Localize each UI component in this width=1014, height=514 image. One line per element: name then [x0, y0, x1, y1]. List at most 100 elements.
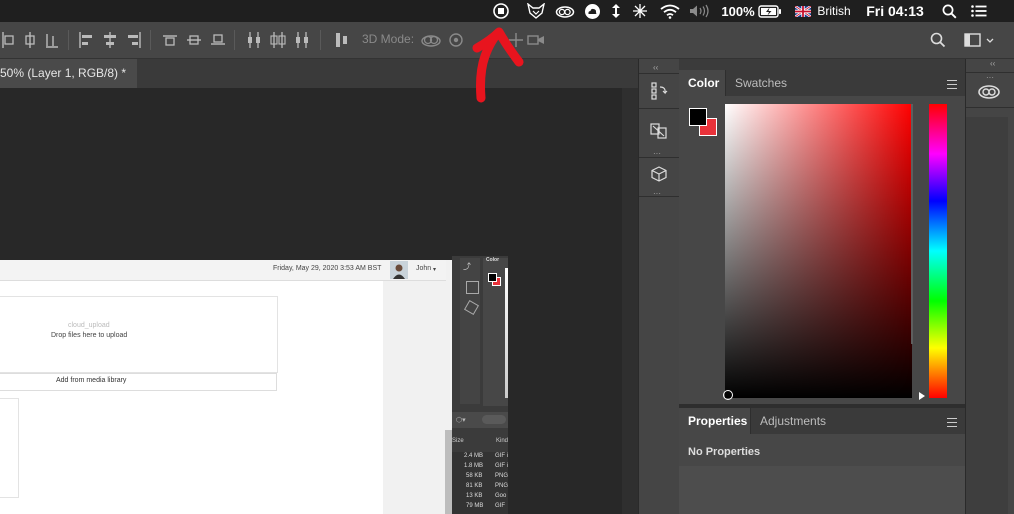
inner-user-caret-icon: ▾	[433, 267, 437, 273]
collapsed-panel-strip: ‹‹ ··· ···	[638, 59, 679, 514]
battery-percentage[interactable]: 100%	[720, 0, 756, 22]
inner-dropzone	[0, 296, 278, 373]
inner-ps-hue-slider	[505, 268, 508, 398]
foreground-color-swatch[interactable]	[689, 108, 707, 126]
3d-mode-label: 3D Mode:	[362, 32, 415, 46]
creative-cloud-libraries-icon[interactable]	[977, 82, 1001, 105]
distribute-spacing-right-icon[interactable]	[294, 31, 310, 49]
properties-body	[679, 466, 965, 514]
distribute-left-icon[interactable]	[0, 31, 16, 49]
auto-align-icon[interactable]	[334, 31, 350, 49]
battery-charging-icon[interactable]	[757, 0, 783, 22]
cloud-sync-icon[interactable]	[582, 0, 602, 22]
align-hcenters-icon[interactable]	[102, 31, 118, 49]
red-arrow-annotation	[472, 27, 524, 103]
inner-file-kind: GIF i	[495, 463, 508, 469]
inner-file-size: 79 MB	[466, 503, 484, 509]
color-panel: Color Swatches	[679, 70, 965, 404]
inner-scrollbar	[445, 430, 452, 514]
orbit-3d-icon[interactable]	[420, 31, 442, 49]
distribute-vcenter-icon[interactable]	[186, 31, 202, 49]
input-source-label[interactable]: British	[816, 0, 852, 22]
layer-comps-icon[interactable]	[649, 121, 669, 146]
align-right-edges-icon[interactable]	[126, 31, 142, 49]
collapse-panels-icon[interactable]: ‹‹	[990, 59, 995, 68]
tab-adjustments[interactable]: Adjustments	[750, 408, 836, 434]
color-panel-header-gap	[679, 59, 965, 70]
distribute-right-icon[interactable]	[44, 31, 60, 49]
3d-cube-icon[interactable]	[650, 165, 668, 188]
no-properties-text: No Properties	[688, 446, 761, 458]
inner-file-kind: GIF	[495, 503, 505, 509]
strip-divider	[639, 157, 679, 158]
inner-ps-dropbox-icon: ⬡▾	[456, 417, 466, 424]
panel-menu-icon[interactable]	[947, 80, 957, 89]
document-tab[interactable]: 50% (Layer 1, RGB/8) *	[0, 59, 137, 88]
inner-media-button-label: Add from media library	[56, 377, 127, 384]
inner-ps-panels: ⤴ Color ⬡▾ Size Kind 2.4 MB GIF i 1.8 MB…	[452, 256, 508, 514]
search-icon[interactable]	[930, 31, 946, 49]
collapse-panels-icon[interactable]: ‹‹	[653, 63, 658, 72]
inner-file-size: 58 KB	[466, 473, 483, 479]
inner-file-size: 1.8 MB	[464, 463, 484, 469]
distribute-top-icon[interactable]	[162, 31, 178, 49]
inner-ps-tool-icon: ⤴	[463, 262, 471, 271]
distribute-spacing-center-icon[interactable]	[270, 31, 286, 49]
strip-empty-area	[966, 117, 1008, 514]
canvas-vertical-scrollbar[interactable]	[622, 88, 638, 514]
panel-menu-icon[interactable]	[947, 418, 957, 427]
color-saturation-field[interactable]	[725, 104, 912, 398]
inner-media-button	[0, 373, 277, 391]
inner-file-kind: PNG	[495, 483, 509, 489]
menubar-clock[interactable]: Fri 04:13	[865, 0, 925, 22]
notification-center-icon[interactable]	[968, 0, 990, 22]
inner-avatar	[390, 261, 408, 279]
panel-scroll-track	[911, 104, 913, 344]
inner-file-kind: Goo	[495, 493, 507, 499]
strip-divider	[966, 107, 1014, 108]
snowflake-app-icon[interactable]	[631, 0, 649, 22]
panel-grip-icon: ···	[986, 73, 994, 82]
resize-arrows-icon[interactable]	[608, 0, 624, 22]
inner-date-text: Friday, May 29, 2020 3:53 AM BST	[273, 265, 382, 272]
inner-file-size: 81 KB	[466, 483, 483, 489]
tab-color[interactable]: Color	[679, 70, 729, 96]
inner-upload-label: cloud_upload	[68, 322, 110, 329]
distribute-bottom-icon[interactable]	[210, 31, 226, 49]
inner-file-kind: GIF i	[495, 453, 508, 459]
strip-divider	[639, 73, 679, 74]
inner-ps-search-field	[482, 415, 506, 424]
volume-icon[interactable]	[688, 0, 712, 22]
hue-slider[interactable]	[929, 104, 947, 398]
pasted-screenshot-layer[interactable]: Friday, May 29, 2020 3:53 AM BST John ▾ …	[0, 260, 452, 514]
distribute-spacing-left-icon[interactable]	[246, 31, 262, 49]
inner-ps-foreground-swatch	[488, 273, 497, 282]
distribute-hcenter-icon[interactable]	[22, 31, 38, 49]
color-picker-ring[interactable]	[723, 390, 733, 400]
creative-cloud-icon[interactable]	[553, 0, 577, 22]
wifi-icon[interactable]	[659, 0, 681, 22]
strip-divider	[639, 108, 679, 109]
options-separator	[68, 30, 69, 50]
inner-file-table: 2.4 MB GIF i 1.8 MB GIF i 58 KB PNG 81 K…	[452, 452, 508, 514]
document-tab-bar: 50% (Layer 1, RGB/8) *	[0, 59, 638, 88]
hue-slider-handle[interactable]	[919, 392, 925, 400]
options-separator	[320, 30, 321, 50]
right-collapsed-strip: ‹‹ ···	[965, 59, 1014, 514]
tab-properties[interactable]: Properties	[679, 408, 757, 434]
spotlight-search-icon[interactable]	[940, 0, 958, 22]
uk-flag-icon[interactable]	[794, 0, 812, 22]
align-left-edges-icon[interactable]	[78, 31, 94, 49]
inner-drop-text: Drop files here to upload	[51, 332, 128, 339]
workspace-switcher-icon[interactable]	[964, 31, 994, 49]
options-separator	[150, 30, 151, 50]
tab-swatches[interactable]: Swatches	[725, 70, 797, 96]
history-icon[interactable]	[649, 81, 669, 106]
inner-file-size: 13 KB	[466, 493, 483, 499]
inner-ps-tool-icon	[466, 281, 479, 294]
inner-card	[0, 398, 19, 498]
inner-file-col-kind: Kind	[496, 438, 509, 444]
inner-ps-color-tab: Color	[486, 257, 500, 263]
inner-user-name: John	[416, 265, 432, 272]
options-separator	[234, 30, 235, 50]
